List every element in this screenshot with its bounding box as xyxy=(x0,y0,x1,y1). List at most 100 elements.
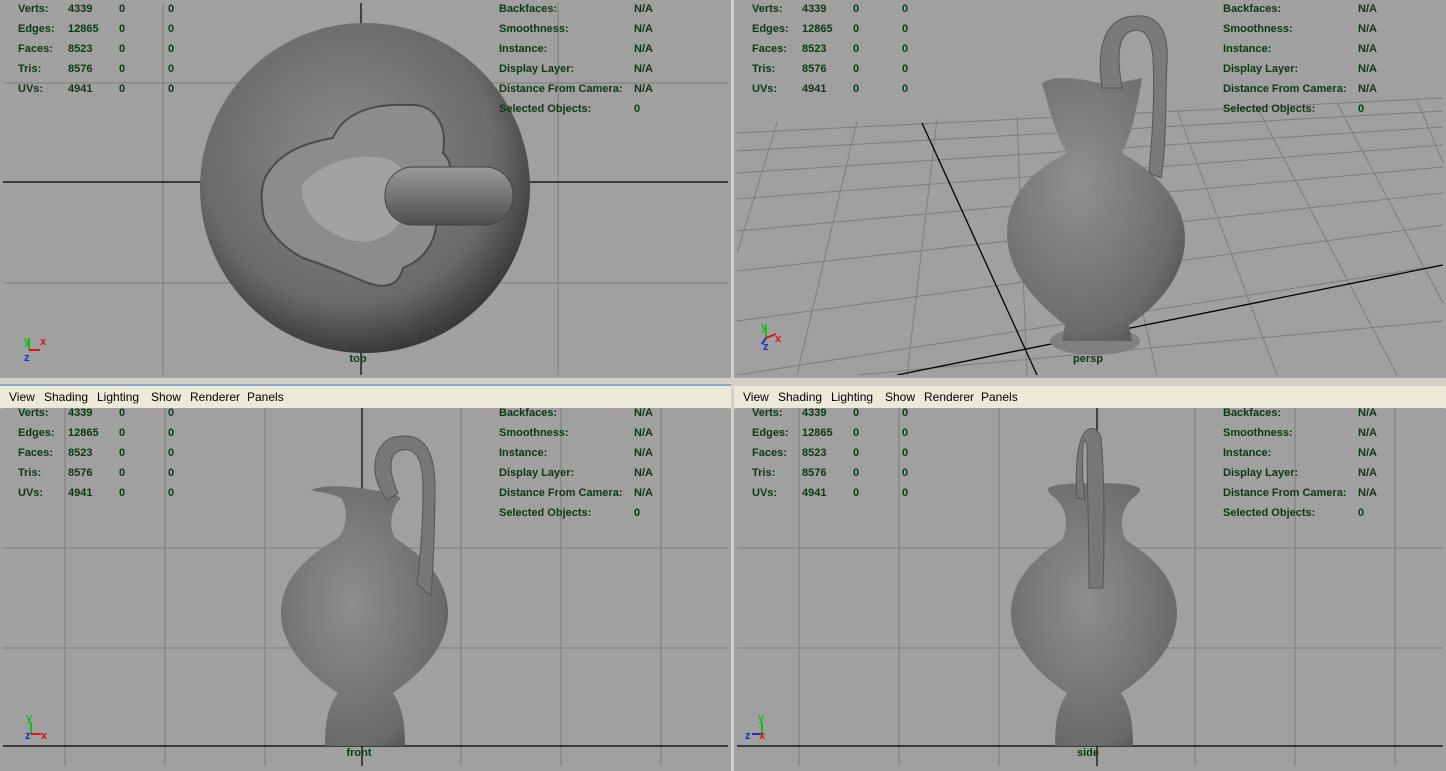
menu-view[interactable]: View xyxy=(743,390,769,404)
hud-info-label: Backfaces: xyxy=(1223,3,1282,15)
hud-stat-label: Tris: xyxy=(18,467,42,479)
menu-show[interactable]: Show xyxy=(885,390,915,404)
hud-stat-value: 12865 xyxy=(68,23,99,35)
viewport-side[interactable] xyxy=(737,408,1443,768)
hud-stat-selected: 0 xyxy=(119,467,126,479)
hud-stat-triangle: 0 xyxy=(168,3,175,15)
axis-gizmo-persp: y x z xyxy=(761,321,782,352)
hud-info-label: Selected Objects: xyxy=(499,103,592,115)
hud-stat-triangle: 0 xyxy=(902,63,909,75)
hud-stat-triangle: 0 xyxy=(902,23,909,35)
camera-label-side: side xyxy=(1076,747,1100,759)
menu-shading[interactable]: Shading xyxy=(778,390,822,404)
menu-panels[interactable]: Panels xyxy=(247,390,284,404)
hud-stat-label: Tris: xyxy=(18,63,42,75)
vase-side xyxy=(1011,427,1177,746)
hud-info-value: N/A xyxy=(634,447,653,459)
hud-stat-label: Faces: xyxy=(18,43,53,55)
hud-stat-value: 4339 xyxy=(802,3,827,15)
hud-stat-selected: 0 xyxy=(119,83,126,95)
hud-stat-selected: 0 xyxy=(853,43,860,55)
hud-info-label: Smoothness: xyxy=(499,427,569,439)
viewport-panel-front[interactable]: View Shading Lighting Show Renderer Pane… xyxy=(0,384,731,771)
hud-stat-value: 8576 xyxy=(802,63,827,75)
menu-lighting[interactable]: Lighting xyxy=(97,390,139,404)
menu-shading[interactable]: Shading xyxy=(44,390,88,404)
hud-stat-value: 4339 xyxy=(68,407,93,419)
hud-stat-value: 12865 xyxy=(802,23,833,35)
camera-label-persp: persp xyxy=(1073,353,1103,365)
hud-stat-triangle: 0 xyxy=(902,3,909,15)
hud-info-label: Instance: xyxy=(499,43,548,55)
hud-info-value: N/A xyxy=(1358,407,1377,419)
hud-stat-value: 4941 xyxy=(802,487,827,499)
hud-stat-value: 8523 xyxy=(802,43,827,55)
viewport-panel-side[interactable]: View Shading Lighting Show Renderer Pane… xyxy=(734,384,1446,771)
hud-info-value: N/A xyxy=(1358,23,1377,35)
hud-info-value: N/A xyxy=(1358,83,1377,95)
viewport-persp[interactable] xyxy=(737,3,1443,375)
hud-stat-label: Faces: xyxy=(18,447,53,459)
hud-stat-selected: 0 xyxy=(853,407,860,419)
viewport-front[interactable] xyxy=(3,408,728,768)
hud-info-value: N/A xyxy=(1358,43,1377,55)
hud-info-label: Smoothness: xyxy=(499,23,569,35)
hud-stat-label: Edges: xyxy=(18,23,55,35)
hud-info-label: Display Layer: xyxy=(1223,63,1299,75)
hud-stat-value: 8576 xyxy=(68,63,93,75)
axis-label-z: z xyxy=(745,730,751,742)
hud-info-label: Distance From Camera: xyxy=(1223,487,1347,499)
hud-stat-label: Tris: xyxy=(752,467,776,479)
hud-stat-selected: 0 xyxy=(119,407,126,419)
menu-show[interactable]: Show xyxy=(151,390,181,404)
axis-label-z: z xyxy=(25,730,31,742)
hud-stat-selected: 0 xyxy=(119,427,126,439)
hud-info-value: N/A xyxy=(1358,447,1377,459)
hud-info-value: N/A xyxy=(634,487,653,499)
hud-stat-value: 4339 xyxy=(68,3,93,15)
hud-info-label: Selected Objects: xyxy=(1223,103,1316,115)
viewport-panel-persp[interactable] xyxy=(734,0,1446,378)
axis-gizmo-top: y x z xyxy=(24,335,47,364)
menu-view[interactable]: View xyxy=(9,390,35,404)
axis-label-z: z xyxy=(763,341,769,352)
hud-stat-value: 8523 xyxy=(802,447,827,459)
hud-stat-triangle: 0 xyxy=(168,427,175,439)
menu-renderer[interactable]: Renderer xyxy=(924,390,974,404)
persp-scene xyxy=(737,15,1443,375)
hud-stat-label: Verts: xyxy=(18,407,49,419)
hud-info-label: Selected Objects: xyxy=(499,507,592,519)
hud-stat-selected: 0 xyxy=(119,43,126,55)
viewport-top[interactable] xyxy=(3,3,728,375)
viewport-panel-top[interactable] xyxy=(0,0,731,378)
hud-info-label: Display Layer: xyxy=(1223,467,1299,479)
hud-stat-value: 4339 xyxy=(802,407,827,419)
axis-label-x: x xyxy=(40,336,47,348)
hud-stat-label: Verts: xyxy=(752,407,783,419)
hud-stat-selected: 0 xyxy=(853,467,860,479)
hud-info-value: 0 xyxy=(1358,507,1365,519)
hud-info-value: N/A xyxy=(634,427,653,439)
hud-stat-triangle: 0 xyxy=(168,63,175,75)
hud-info-value: 0 xyxy=(634,103,641,115)
hud-info-value: N/A xyxy=(634,3,653,15)
hud-info-value: 0 xyxy=(1358,103,1365,115)
camera-label-front: front xyxy=(346,747,372,759)
hud-stat-triangle: 0 xyxy=(168,23,175,35)
hud-info-value: N/A xyxy=(1358,467,1377,479)
hud-stat-triangle: 0 xyxy=(168,407,175,419)
hud-info-label: Instance: xyxy=(499,447,548,459)
menu-lighting[interactable]: Lighting xyxy=(831,390,873,404)
axis-label-y: y xyxy=(24,335,31,347)
hud-stat-value: 12865 xyxy=(68,427,99,439)
hud-info-label: Smoothness: xyxy=(1223,23,1293,35)
front-scene xyxy=(3,408,728,766)
hud-info-value: N/A xyxy=(634,83,653,95)
menu-renderer[interactable]: Renderer xyxy=(190,390,240,404)
menu-panels[interactable]: Panels xyxy=(981,390,1018,404)
axis-label-x: x xyxy=(775,333,782,345)
hud-info-label: Distance From Camera: xyxy=(499,83,623,95)
hud-info-label: Distance From Camera: xyxy=(1223,83,1347,95)
hud-stat-label: UVs: xyxy=(18,487,44,499)
axis-label-x: x xyxy=(759,730,766,742)
